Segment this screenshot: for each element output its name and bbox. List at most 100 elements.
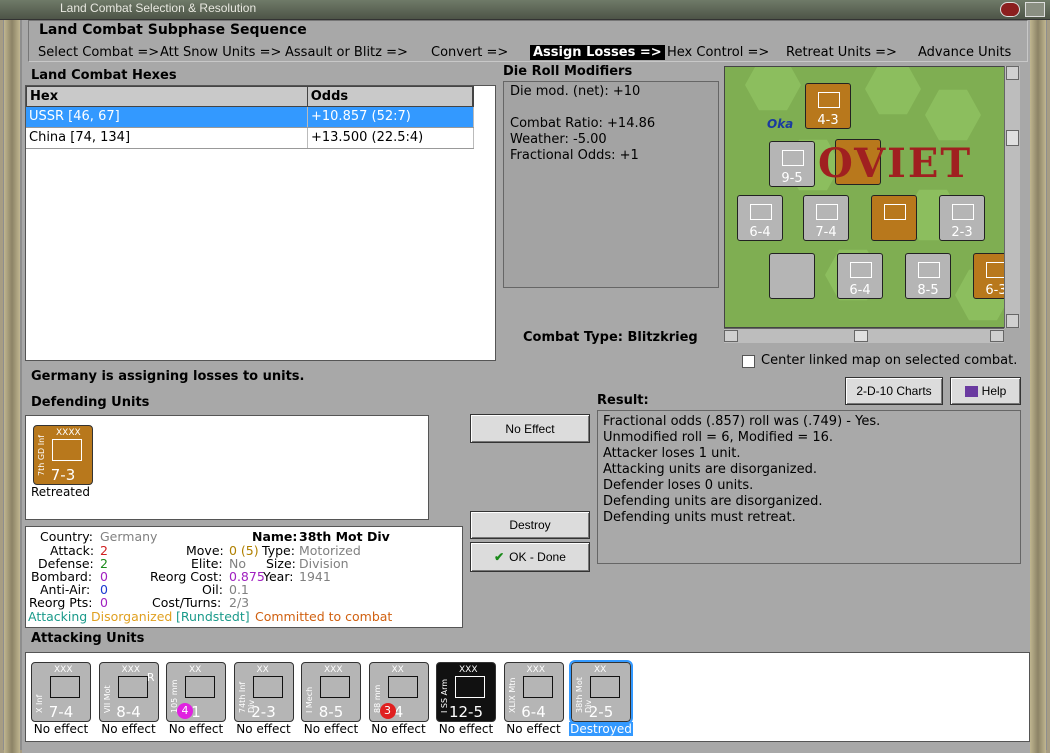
- attacking-unit-caption: No effect: [168, 722, 224, 736]
- unit-size: XXXX: [56, 428, 81, 438]
- unit-type-icon: [50, 676, 80, 698]
- hex-column-header[interactable]: Hex: [27, 87, 308, 106]
- unit-size: XXX: [324, 665, 343, 675]
- map-unit-counter[interactable]: 9-5: [769, 141, 815, 187]
- unit-type-icon: [522, 676, 553, 698]
- attacking-units-panel: X Inf XXX 7-4 No effect VII Mot XXX 8-4 R No eff…: [25, 652, 1030, 742]
- combat-ratio-line: Combat Ratio: +14.86: [510, 116, 656, 131]
- destroy-button[interactable]: Destroy: [470, 511, 590, 539]
- window-title: Land Combat Selection & Resolution: [60, 1, 257, 15]
- attacking-unit-counter[interactable]: XLIX Mtn XXX 6-4: [503, 662, 564, 722]
- center-map-label: Center linked map on selected combat.: [761, 353, 1018, 368]
- combat-type-label: Combat Type: Blitzkrieg: [523, 330, 698, 345]
- table-row[interactable]: USSR [46, 67] +10.857 (52:7): [26, 107, 474, 128]
- year-value: 1941: [299, 569, 331, 584]
- map-unit-strength: 8-5: [917, 283, 939, 298]
- center-map-checkbox[interactable]: [742, 355, 755, 368]
- scroll-thumb[interactable]: [1006, 130, 1019, 146]
- attacking-unit-caption: No effect: [101, 722, 156, 736]
- scroll-up-icon[interactable]: [1006, 66, 1019, 80]
- odds-column-header[interactable]: Odds: [308, 87, 473, 106]
- aircraft-icon: [782, 262, 804, 278]
- map-unit-counter[interactable]: [769, 253, 815, 299]
- scroll-down-icon[interactable]: [1006, 314, 1019, 328]
- ok-done-button[interactable]: ✔ OK - Done: [470, 542, 590, 572]
- unit-symbol-icon: [850, 262, 872, 278]
- map-vertical-scrollbar[interactable]: [1004, 66, 1020, 328]
- charts-button[interactable]: 2-D-10 Charts: [845, 377, 943, 405]
- attacking-unit-caption: No effect: [438, 722, 494, 736]
- table-header: Hex Odds: [26, 86, 474, 107]
- attacking-unit-caption: Destroyed: [569, 722, 633, 736]
- hex-cell: USSR [46, 67]: [26, 107, 308, 127]
- ok-done-label: OK - Done: [509, 550, 566, 564]
- map-horizontal-scrollbar[interactable]: [724, 328, 1004, 343]
- unit-size: XXX: [121, 665, 141, 675]
- result-line: Attacker loses 1 unit.: [603, 446, 741, 461]
- map-unit-counter[interactable]: [871, 195, 917, 241]
- map-unit-strength: 2-3: [951, 225, 973, 240]
- die-mod-line: Die mod. (net): +10: [510, 84, 641, 99]
- attacking-unit-counter[interactable]: VII Mot XXX 8-4 R: [98, 662, 159, 722]
- attacking-units-title: Attacking Units: [31, 631, 145, 646]
- step-advance-units: Advance Units: [918, 45, 1012, 60]
- unit-size: XXX: [54, 665, 73, 675]
- map-unit-counter[interactable]: 4-3: [805, 83, 851, 129]
- unit-symbol-icon: [782, 150, 804, 166]
- unit-strength: 1: [191, 703, 201, 721]
- step-select-combat: Select Combat =>: [38, 45, 160, 60]
- scroll-thumb-h[interactable]: [854, 330, 868, 342]
- step-hex-control: Hex Control =>: [667, 45, 770, 60]
- map-unit-strength: 6-4: [849, 283, 871, 298]
- fractional-odds-line: Fractional Odds: +1: [510, 148, 639, 163]
- attacking-unit-counter[interactable]: X Inf XXX 7-4: [31, 662, 91, 722]
- defending-units-panel: 7th GD Inf XXXX 7-3 Retreated: [25, 415, 429, 520]
- attacking-unit-counter[interactable]: 38th Mot Div XX 2-5: [569, 660, 633, 724]
- attacking-unit-counter[interactable]: I Mech XXX 8-5: [301, 662, 361, 722]
- no-effect-button[interactable]: No Effect: [470, 414, 590, 443]
- unit-symbol-icon: [750, 204, 772, 220]
- linked-map[interactable]: 4-3 9-5 6-4 7-4 2-3 6-4 8-5 6-3 Oka: [724, 66, 1020, 328]
- hex-cell: China [74, 134]: [26, 128, 308, 148]
- unit-info-panel: Country: Germany Name: 38th Mot Div Atta…: [25, 526, 463, 628]
- unit-symbol-icon: [884, 204, 906, 220]
- hq-flag: [Rundstedt]: [176, 609, 250, 624]
- attacking-unit-counter[interactable]: 74th Inf Div XX 2-3: [233, 662, 294, 722]
- map-unit-counter[interactable]: 8-5: [905, 253, 951, 299]
- attacking-unit-counter[interactable]: 88 mm XX 4 3: [368, 662, 429, 722]
- unit-type-icon: [455, 676, 485, 698]
- step-assault-blitz: Assault or Blitz =>: [285, 45, 408, 60]
- help-button-label: Help: [981, 384, 1007, 398]
- subphase-sequence: Land Combat Subphase Sequence Select Com…: [28, 20, 1028, 62]
- map-unit-counter[interactable]: 6-4: [737, 195, 783, 241]
- attacking-flag: Attacking: [28, 609, 88, 624]
- attacking-unit-counter[interactable]: I SS Arm XXX 12-5: [436, 662, 496, 722]
- scroll-right-icon[interactable]: [990, 330, 1004, 342]
- close-icon[interactable]: [1025, 2, 1045, 17]
- cost-turns-label: Cost/Turns:: [152, 595, 222, 610]
- scroll-left-icon[interactable]: [724, 330, 738, 342]
- attacking-unit-counter[interactable]: 105 mm XX 1 4: [166, 662, 226, 722]
- unit-type-icon: [252, 676, 283, 698]
- result-panel: Fractional odds (.857) roll was (.749) -…: [597, 410, 1021, 564]
- unit-type-icon: [185, 676, 215, 698]
- die-roll-title: Die Roll Modifiers: [503, 64, 633, 79]
- map-unit-counter[interactable]: 6-4: [837, 253, 883, 299]
- map-unit-strength: 4-3: [817, 113, 839, 128]
- defending-unit-counter[interactable]: 7th GD Inf XXXX 7-3: [33, 425, 93, 485]
- defending-unit-caption: Retreated: [31, 485, 90, 499]
- unit-type-icon: [590, 676, 620, 698]
- unit-strength: 2-5: [588, 703, 614, 721]
- map-unit-counter[interactable]: 7-4: [803, 195, 849, 241]
- unit-size: XX: [391, 665, 404, 675]
- table-row[interactable]: China [74, 134] +13.500 (22.5:4): [26, 128, 474, 149]
- year-label: Year:: [263, 569, 294, 584]
- river-label: Oka: [767, 117, 794, 131]
- map-unit-counter[interactable]: 2-3: [939, 195, 985, 241]
- unit-strength: 12-5: [448, 703, 484, 721]
- help-button[interactable]: Help: [950, 377, 1021, 405]
- infantry-icon: [52, 439, 82, 461]
- attacking-unit-caption: No effect: [33, 722, 89, 736]
- unit-symbol-icon: [952, 204, 974, 220]
- committed-flag: Committed to combat: [255, 609, 393, 624]
